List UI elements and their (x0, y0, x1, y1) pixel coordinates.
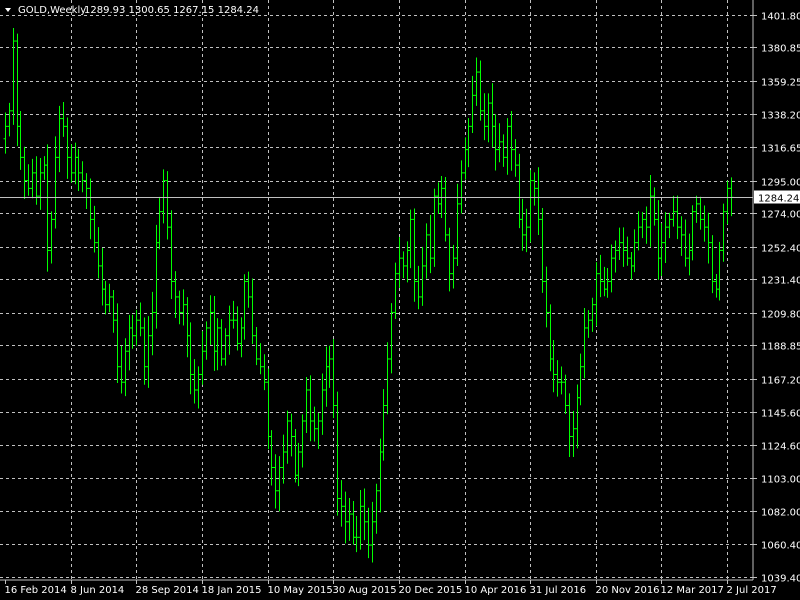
y-tick-label: 1252.40 (761, 244, 800, 255)
y-tick-label: 1209.80 (761, 310, 800, 321)
symbol-label: GOLD,Weekly (18, 5, 86, 16)
y-tick-label: 1167.20 (761, 376, 800, 387)
x-tick-label: 20 Nov 2016 (596, 585, 660, 596)
x-tick-label: 8 Jun 2014 (71, 585, 125, 596)
y-tick-label: 1231.40 (761, 276, 800, 287)
chart-header: GOLD,Weekly 1289.93 1300.65 1267.15 1284… (5, 5, 259, 16)
x-tick-label: 30 Aug 2015 (333, 585, 397, 596)
y-tick-label: 1274.00 (761, 210, 800, 221)
y-tick-label: 1295.00 (761, 178, 800, 189)
x-tick-label: 2 Jul 2017 (727, 585, 777, 596)
y-tick-label: 1338.20 (761, 111, 800, 122)
x-tick-label: 16 Feb 2014 (5, 585, 67, 596)
x-tick-label: 10 Apr 2016 (465, 585, 527, 596)
current-price-label: 1284.24 (758, 194, 799, 205)
y-tick-label: 1060.40 (761, 541, 800, 552)
y-tick-label: 1188.85 (761, 342, 800, 353)
x-tick-label: 12 Mar 2017 (661, 585, 724, 596)
ohlc-values: 1289.93 1300.65 1267.15 1284.24 (84, 5, 259, 16)
y-tick-label: 1145.60 (761, 409, 800, 420)
y-tick-label: 1359.25 (761, 78, 800, 89)
y-tick-label: 1124.60 (761, 442, 800, 453)
y-tick-label: 1082.00 (761, 508, 800, 519)
x-tick-label: 31 Jul 2016 (530, 585, 587, 596)
y-tick-label: 1103.00 (761, 475, 800, 486)
y-tick-label: 1316.65 (761, 144, 800, 155)
y-tick-label: 1401.80 (761, 12, 800, 23)
y-tick-label: 1039.40 (761, 574, 800, 585)
chart-area[interactable]: 1284.24 1401.80 1380.85 1359.25 1338.20 1316… (0, 0, 800, 600)
price-chart[interactable]: 1284.24 1401.80 1380.85 1359.25 1338.20 1316… (0, 0, 800, 600)
x-tick-label: 18 Jan 2015 (202, 585, 262, 596)
x-tick-label: 10 May 2015 (268, 585, 333, 596)
x-tick-label: 20 Dec 2015 (399, 585, 463, 596)
x-tick-label: 28 Sep 2014 (136, 585, 199, 596)
y-tick-label: 1380.85 (761, 44, 800, 55)
